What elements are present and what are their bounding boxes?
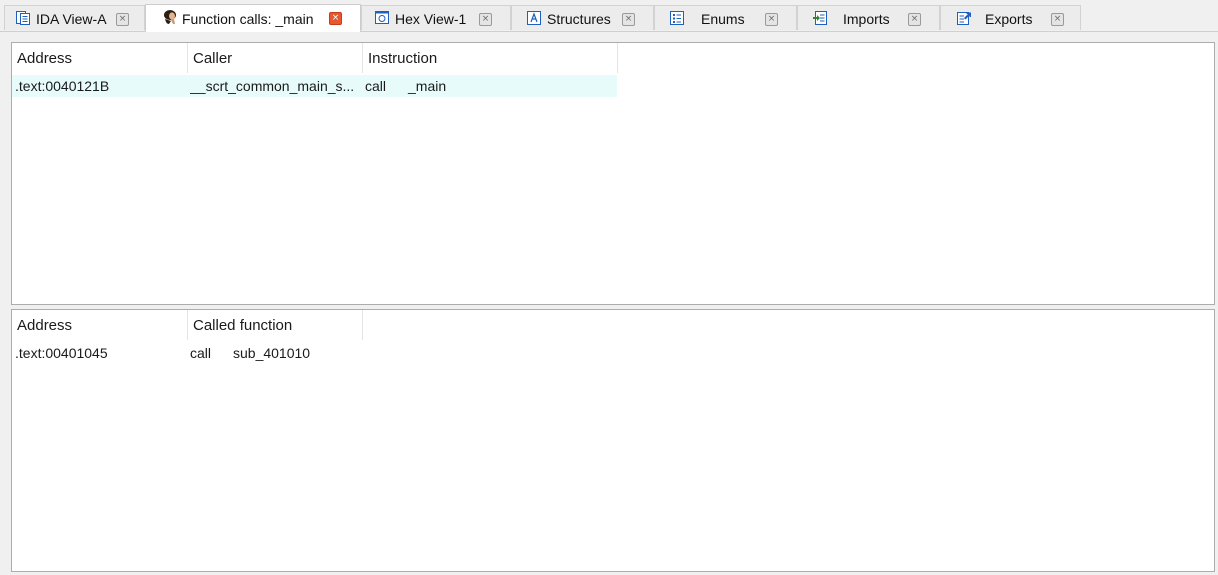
address-cell: .text:0040121B (15, 78, 110, 94)
tab-label: Function calls: _main (182, 11, 314, 27)
tab-exports[interactable]: Exports × (940, 5, 1081, 30)
hex-view-icon (375, 11, 389, 24)
tab-imports[interactable]: Imports × (797, 5, 940, 30)
callers-pane: Address Caller Instruction .text:0040121… (11, 42, 1215, 305)
tab-structures[interactable]: Structures × (511, 5, 654, 30)
close-icon[interactable]: × (908, 13, 921, 26)
tab-bar: IDA View-A × Function calls: _main × Hex… (0, 4, 1218, 32)
function-calls-icon (164, 10, 176, 24)
tab-label: Exports (985, 11, 1033, 27)
tab-label: Imports (843, 11, 890, 27)
close-icon[interactable]: × (765, 13, 778, 26)
imports-icon (813, 11, 827, 25)
callees-pane: Address Called function .text:00401045 c… (11, 309, 1215, 572)
column-header-address[interactable]: Address (12, 43, 188, 73)
instruction-mnemonic: call (365, 78, 387, 94)
enums-icon (670, 11, 684, 25)
tab-label: Structures (547, 11, 611, 27)
close-icon[interactable]: × (329, 12, 342, 25)
called-function-cell: call sub_401010 (190, 345, 440, 361)
column-header-address[interactable]: Address (12, 310, 188, 340)
close-icon[interactable]: × (622, 13, 635, 26)
close-icon[interactable]: × (479, 13, 492, 26)
tab-label: Enums (701, 11, 745, 27)
table-row[interactable]: .text:0040121B __scrt_common_main_s... c… (12, 75, 617, 97)
close-icon[interactable]: × (1051, 13, 1064, 26)
tab-hex-view-1[interactable]: Hex View-1 × (361, 5, 511, 30)
column-header-called-function[interactable]: Called function (188, 310, 363, 340)
close-icon[interactable]: × (116, 13, 129, 26)
instruction-mnemonic: call (190, 345, 212, 361)
caller-cell: __scrt_common_main_s... (190, 78, 355, 94)
column-header-caller[interactable]: Caller (188, 43, 363, 73)
ida-view-icon (16, 11, 30, 25)
structures-icon (527, 11, 541, 25)
instruction-operand: sub_401010 (233, 345, 311, 361)
instruction-cell: call _main (365, 78, 615, 94)
address-cell: .text:00401045 (15, 345, 108, 361)
table-row[interactable]: .text:00401045 call sub_401010 (12, 342, 617, 364)
tab-enums[interactable]: Enums × (654, 5, 797, 30)
tab-label: IDA View-A (36, 11, 107, 27)
tab-label: Hex View-1 (395, 11, 467, 27)
exports-icon (957, 12, 971, 25)
tab-function-calls[interactable]: Function calls: _main × (145, 4, 361, 32)
column-header-instruction[interactable]: Instruction (363, 43, 618, 73)
instruction-operand: _main (408, 78, 447, 94)
tab-ida-view-a[interactable]: IDA View-A × (4, 5, 145, 30)
